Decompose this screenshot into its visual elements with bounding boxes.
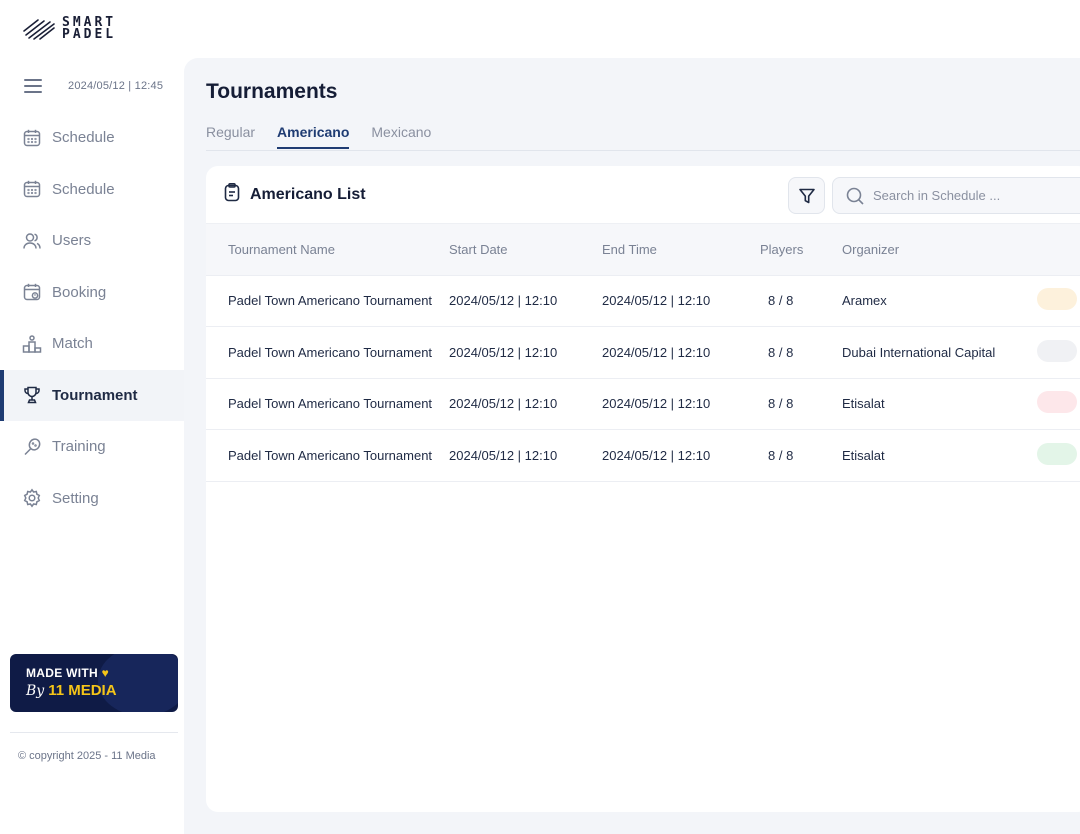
- cell-end-time: 2024/05/12 | 12:10: [602, 378, 760, 430]
- sidebar-item-label: Booking: [52, 283, 107, 301]
- cell-organizer: Dubai International Capital: [842, 326, 1037, 379]
- cell-end-time: 2024/05/12 | 12:10: [602, 326, 760, 379]
- cell-players: 8 / 8: [760, 378, 842, 430]
- table-header-row: Tournament Name Start Date End Time Play…: [206, 224, 1080, 276]
- users-icon: [22, 231, 42, 251]
- badge-by: By: [26, 683, 45, 699]
- cell-status: [1037, 275, 1080, 327]
- table-row[interactable]: Padel Town Americano Tournament 2024/05/…: [206, 275, 1080, 327]
- sidebar-item-label: Setting: [52, 489, 99, 507]
- sidebar-item-setting[interactable]: Setting: [0, 473, 184, 525]
- booking-icon: [22, 282, 42, 302]
- sidebar-item-label: Match: [52, 335, 93, 353]
- sidebar-item-label: Schedule: [52, 180, 115, 198]
- sidebar-divider: [10, 732, 178, 733]
- cell-end-time: 2024/05/12 | 12:10: [602, 429, 760, 482]
- tab-regular[interactable]: Regular: [206, 124, 255, 149]
- status-badge: [1037, 442, 1077, 465]
- badge-brand: 11 MEDIA: [48, 682, 117, 699]
- logo-text: SMART PADEL: [62, 16, 117, 42]
- cell-tournament-name: Padel Town Americano Tournament: [206, 429, 449, 482]
- column-header-players[interactable]: Players: [760, 224, 842, 276]
- filter-icon: [798, 188, 815, 203]
- match-icon: [22, 334, 42, 354]
- sidebar-header: 2024/05/12 | 12:45: [0, 60, 184, 112]
- filter-button[interactable]: [788, 177, 825, 214]
- sidebar-item-label: Training: [52, 438, 106, 456]
- tabs-divider: [206, 150, 1080, 151]
- cell-organizer: Aramex: [842, 275, 1037, 327]
- cell-tournament-name: Padel Town Americano Tournament: [206, 326, 449, 379]
- cell-players: 8 / 8: [760, 275, 842, 327]
- sidebar-item-label: Tournament: [52, 386, 138, 404]
- menu-toggle-icon[interactable]: [24, 79, 42, 93]
- gear-icon: [22, 488, 42, 508]
- badge-line-1: MADE WITH ♥: [26, 666, 110, 680]
- cell-players: 8 / 8: [760, 326, 842, 379]
- cell-status: [1037, 378, 1080, 430]
- made-with-badge[interactable]: MADE WITH ♥ By 11 MEDIA: [10, 654, 178, 712]
- tab-americano[interactable]: Americano: [277, 124, 350, 149]
- table-row[interactable]: Padel Town Americano Tournament 2024/05/…: [206, 378, 1080, 430]
- cell-start-date: 2024/05/12 | 12:10: [449, 326, 602, 379]
- sidebar-item-match[interactable]: Match: [0, 318, 184, 370]
- sidebar: 2024/05/12 | 12:45 Schedule Schedule Use…: [0, 60, 184, 834]
- page-title: Tournaments: [206, 80, 338, 103]
- sidebar-item-tournament[interactable]: Tournament: [0, 369, 184, 421]
- calendar-icon: [22, 179, 42, 199]
- americano-table: Tournament Name Start Date End Time Play…: [206, 224, 1080, 482]
- tab-mexicano[interactable]: Mexicano: [371, 124, 431, 149]
- cell-organizer: Etisalat: [842, 429, 1037, 482]
- logo-line-2: PADEL: [62, 27, 117, 42]
- column-header-start-date[interactable]: Start Date: [449, 224, 602, 276]
- column-header-end-time[interactable]: End Time: [602, 224, 760, 276]
- cell-start-date: 2024/05/12 | 12:10: [449, 378, 602, 430]
- cell-start-date: 2024/05/12 | 12:10: [449, 429, 602, 482]
- sidebar-nav: Schedule Schedule Users Booking Match To…: [0, 112, 184, 524]
- clipboard-icon: [222, 182, 242, 207]
- cell-players: 8 / 8: [760, 429, 842, 482]
- sidebar-item-label: Users: [52, 232, 92, 250]
- column-header-status: [1037, 224, 1080, 276]
- cell-start-date: 2024/05/12 | 12:10: [449, 275, 602, 327]
- cell-tournament-name: Padel Town Americano Tournament: [206, 378, 449, 430]
- sidebar-item-schedule-2[interactable]: Schedule: [0, 164, 184, 216]
- calendar-icon: [22, 128, 42, 148]
- logo-mark-icon: [23, 19, 55, 40]
- racket-icon: [22, 437, 42, 457]
- card-title: Americano List: [250, 185, 366, 203]
- status-badge: [1037, 288, 1077, 311]
- badge-line-2: By 11 MEDIA: [26, 682, 178, 699]
- status-badge: [1037, 339, 1077, 362]
- copyright-text: © copyright 2025 - 11 Media: [18, 750, 156, 762]
- cell-end-time: 2024/05/12 | 12:10: [602, 275, 760, 327]
- cell-status: [1037, 326, 1080, 379]
- sidebar-item-users[interactable]: Users: [0, 215, 184, 267]
- heart-icon: ♥: [101, 666, 110, 680]
- cell-status: [1037, 429, 1080, 482]
- sidebar-item-schedule[interactable]: Schedule: [0, 112, 184, 164]
- sidebar-item-training[interactable]: Training: [0, 421, 184, 473]
- cell-organizer: Etisalat: [842, 378, 1037, 430]
- sidebar-item-booking[interactable]: Booking: [0, 267, 184, 319]
- sidebar-item-label: Schedule: [52, 129, 115, 147]
- card-header: Americano List: [206, 166, 1080, 224]
- status-badge: [1037, 391, 1077, 414]
- americano-list-card: Americano List Tournament Name Start Dat…: [206, 166, 1080, 812]
- trophy-icon: [22, 385, 42, 405]
- search-box[interactable]: [832, 177, 1080, 214]
- table-row[interactable]: Padel Town Americano Tournament 2024/05/…: [206, 326, 1080, 379]
- tournament-tabs: Regular Americano Mexicano: [206, 124, 453, 149]
- column-header-organizer[interactable]: Organizer: [842, 224, 1037, 276]
- app-logo[interactable]: SMART PADEL: [22, 16, 116, 42]
- cell-tournament-name: Padel Town Americano Tournament: [206, 275, 449, 327]
- search-icon: [846, 187, 864, 205]
- current-datetime: 2024/05/12 | 12:45: [68, 80, 164, 92]
- column-header-name[interactable]: Tournament Name: [206, 224, 449, 276]
- search-input[interactable]: [873, 188, 1080, 203]
- table-row[interactable]: Padel Town Americano Tournament 2024/05/…: [206, 429, 1080, 482]
- main-content: Tournaments Regular Americano Mexicano A…: [184, 58, 1080, 834]
